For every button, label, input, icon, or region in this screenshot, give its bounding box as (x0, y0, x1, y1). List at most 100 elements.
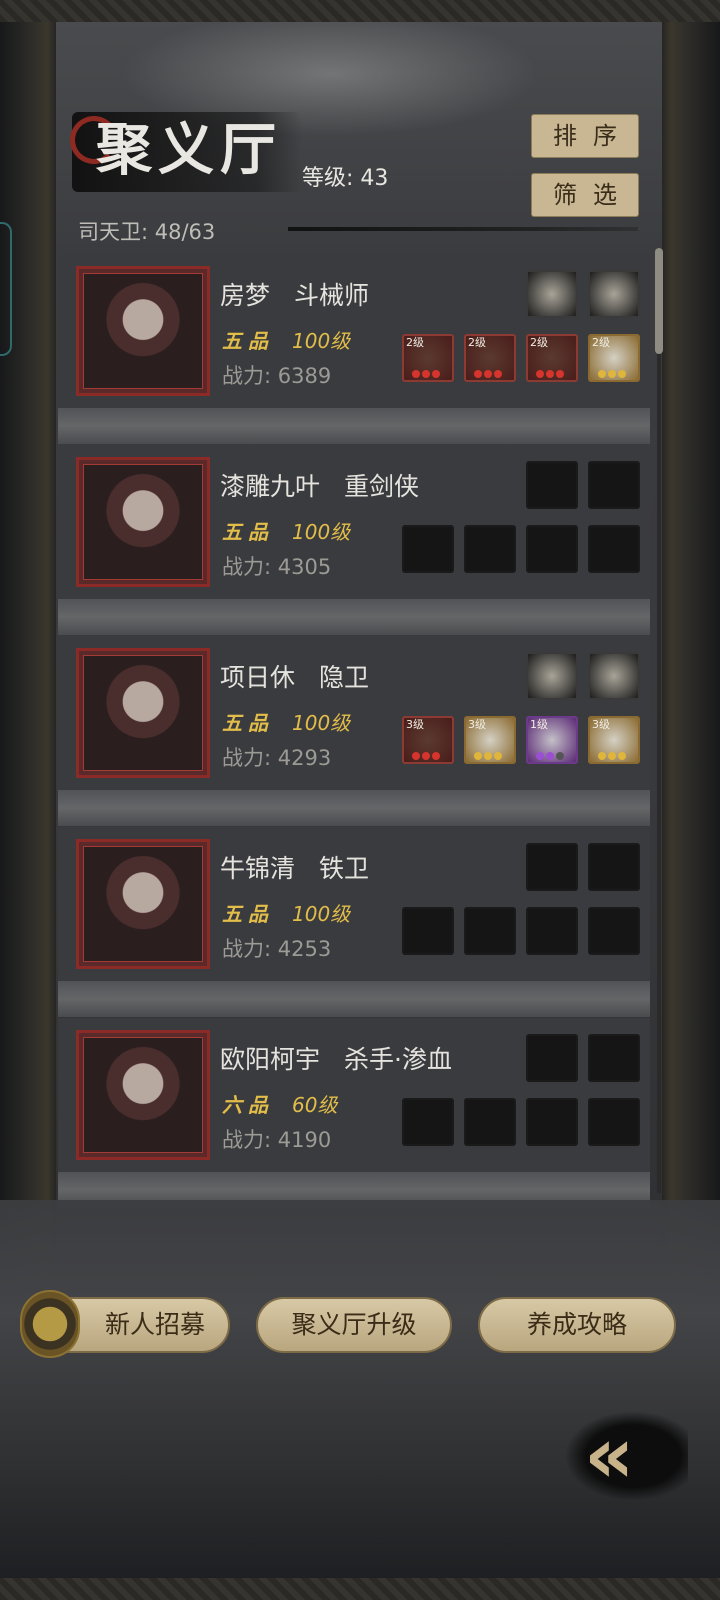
gem-icon (618, 370, 626, 378)
equipment-slot[interactable]: 3级 (402, 716, 454, 764)
header-divider (288, 227, 638, 231)
hero-card[interactable]: 房梦 斗械师 五品 100级 战力: 6389 2级 2级 2级 2级 (58, 254, 650, 444)
equipment-slot[interactable]: 3级 (464, 716, 516, 764)
hero-portrait (83, 273, 203, 389)
equipment-slot[interactable] (526, 525, 578, 573)
equipment-slot[interactable]: 2级 (526, 334, 578, 382)
hero-name-line: 漆雕九叶 重剑侠 (220, 467, 419, 503)
equipment-slot[interactable] (526, 1098, 578, 1146)
gear-slot[interactable] (588, 1034, 640, 1082)
hero-card[interactable]: 牛锦清 铁卫 五品 100级 战力: 4253 (58, 827, 650, 1017)
gem-row (474, 370, 502, 378)
hero-name: 房梦 (220, 281, 271, 310)
equipment-slot[interactable]: 2级 (464, 334, 516, 382)
gear-slot[interactable] (526, 1034, 578, 1082)
equipment-slot[interactable]: 1级 (526, 716, 578, 764)
equipment-slot[interactable]: 2级 (588, 334, 640, 382)
hero-list[interactable]: 房梦 斗械师 五品 100级 战力: 6389 2级 2级 2级 2级 漆雕九叶 重剑侠 五品 100级… (58, 250, 652, 1208)
gem-icon (422, 752, 430, 760)
equipment-slot[interactable] (402, 1098, 454, 1146)
gear-slot[interactable] (588, 270, 640, 318)
hero-power: 战力: 4190 (222, 1128, 332, 1152)
hero-class: 重剑侠 (344, 472, 420, 501)
equipment-slot[interactable] (402, 525, 454, 573)
hero-rank: 五品 (222, 711, 274, 735)
scrollbar-thumb[interactable] (655, 248, 663, 354)
hero-rank: 五品 (222, 520, 274, 544)
recruit-badge-icon[interactable] (20, 1290, 80, 1358)
equipment-slot[interactable]: 2级 (402, 334, 454, 382)
gear-slot[interactable] (588, 652, 640, 700)
hero-power: 战力: 4293 (222, 746, 332, 770)
equipment-level-label: 3级 (406, 718, 424, 731)
hero-card[interactable]: 漆雕九叶 重剑侠五品 100级战力: 4305 (58, 445, 650, 635)
hero-name: 欧阳柯宇 (220, 1045, 321, 1074)
equipment-slot[interactable]: 3级 (588, 716, 640, 764)
hero-class: 斗械师 (294, 281, 370, 310)
gear-slot[interactable] (526, 652, 578, 700)
gem-icon (556, 752, 564, 760)
equipment-slot[interactable] (588, 907, 640, 955)
hero-portrait-frame[interactable] (76, 648, 210, 778)
hero-portrait-frame[interactable] (76, 839, 210, 969)
hero-name-line: 牛锦清 铁卫 (220, 849, 369, 885)
scrollbar-track[interactable] (657, 248, 661, 1193)
equipment-slot[interactable] (588, 1098, 640, 1146)
hero-name: 牛锦清 (220, 854, 296, 883)
equipment-level-label: 3级 (468, 718, 486, 731)
gear-slot[interactable] (526, 461, 578, 509)
hero-level: 100级 (292, 711, 351, 735)
gem-icon (536, 752, 544, 760)
equipment-level-label: 3级 (592, 718, 610, 731)
equipment-slot[interactable] (464, 1098, 516, 1146)
gem-icon (412, 370, 420, 378)
gem-row (412, 370, 440, 378)
bottom-fog-background (0, 1200, 720, 1580)
gem-icon (484, 370, 492, 378)
gem-icon (546, 370, 554, 378)
gem-row (412, 752, 440, 760)
equipment-slot[interactable] (526, 907, 578, 955)
gem-icon (536, 370, 544, 378)
equipment-level-label: 2级 (468, 336, 486, 349)
hall-level: 等级: 43 (302, 166, 389, 191)
bottom-frame-border (0, 1578, 720, 1600)
double-chevron-left-icon[interactable]: « (584, 1412, 635, 1500)
equipment-slot[interactable] (402, 907, 454, 955)
gem-icon (432, 370, 440, 378)
hall-upgrade-button[interactable]: 聚义厅升级 (256, 1297, 452, 1353)
gear-slot[interactable] (588, 461, 640, 509)
hero-rank: 六品 (222, 1093, 274, 1117)
gem-icon (608, 370, 616, 378)
hero-class: 隐卫 (319, 663, 370, 692)
gem-row (536, 752, 564, 760)
growth-guide-button[interactable]: 养成攻略 (478, 1297, 676, 1353)
hero-level: 100级 (292, 520, 351, 544)
gem-icon (412, 752, 420, 760)
gear-slot[interactable] (526, 270, 578, 318)
equipment-slot[interactable] (588, 525, 640, 573)
equipment-slot[interactable] (464, 907, 516, 955)
hero-power: 战力: 4305 (222, 555, 332, 579)
sort-button[interactable]: 排序 (531, 114, 639, 158)
left-edge-tab[interactable] (0, 222, 12, 356)
page-title: 聚义厅 (96, 117, 282, 183)
hero-card[interactable]: 项日休 隐卫五品 100级战力: 4293 3级 3级 1级 3级 (58, 636, 650, 826)
hero-rank: 五品 (222, 329, 274, 353)
equipment-level-label: 2级 (406, 336, 424, 349)
hero-portrait-frame[interactable] (76, 266, 210, 396)
hero-portrait-frame[interactable] (76, 457, 210, 587)
hero-portrait (83, 464, 203, 580)
hero-card[interactable]: 欧阳柯宇 杀手·渗血 六品 60级 战力: 4190 (58, 1018, 650, 1208)
gem-icon (422, 370, 430, 378)
filter-button[interactable]: 筛选 (531, 173, 639, 217)
gear-slot[interactable] (588, 843, 640, 891)
hero-rank: 五品 (222, 902, 274, 926)
gem-icon (618, 752, 626, 760)
equipment-slot[interactable] (464, 525, 516, 573)
hero-power: 战力: 6389 (222, 364, 332, 388)
gem-row (474, 752, 502, 760)
gear-slot[interactable] (526, 843, 578, 891)
hero-portrait-frame[interactable] (76, 1030, 210, 1160)
hero-name: 项日休 (220, 663, 296, 692)
